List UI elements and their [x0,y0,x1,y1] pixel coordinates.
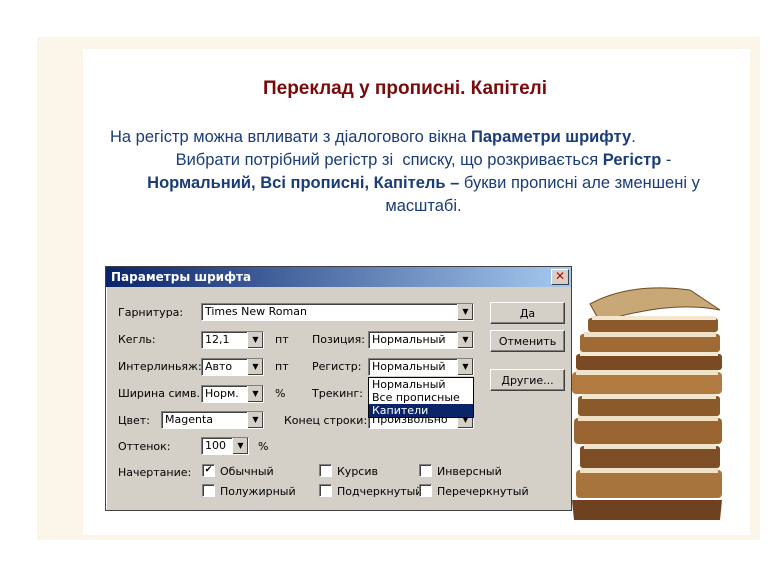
width-value: Норм. [205,387,239,400]
chevron-down-icon[interactable]: ▼ [457,332,473,348]
strikethrough-checkbox-label: Перечеркнутый [437,485,529,498]
other-button[interactable]: Другие... [490,369,565,391]
close-icon[interactable]: ✕ [551,269,569,285]
chevron-down-icon[interactable]: ▼ [247,359,263,375]
line-end-label: Конец строки: [284,414,368,427]
case-dropdown-list[interactable]: Нормальный Все прописные Капители [368,377,474,418]
chevron-down-icon[interactable]: ▼ [247,332,263,348]
body-line-1: На регістр можна впливати з діалогового … [110,126,702,149]
body-text-period: . [631,128,636,146]
slide-title: Переклад у прописні. Капітелі [262,78,548,99]
tracking-label: Трекинг: [312,387,363,400]
chevron-down-icon[interactable]: ▼ [457,304,473,320]
width-unit: % [275,387,286,400]
width-select[interactable]: Норм. ▼ [201,385,264,403]
case-option[interactable]: Нормальный [369,378,473,391]
dialog-title: Параметры шрифта [111,270,252,284]
chevron-down-icon[interactable]: ▼ [232,438,248,454]
underline-checkbox[interactable] [319,484,332,497]
book-stack-icon [572,287,722,520]
shade-select[interactable]: 100 ▼ [201,437,249,455]
font-select[interactable]: Times New Roman ▼ [201,303,474,321]
bold-checkbox[interactable] [202,484,215,497]
regular-checkbox-label: Обычный [220,465,274,478]
shade-value: 100 [205,439,226,452]
color-value: Magenta [165,413,214,426]
italic-checkbox[interactable] [319,464,332,477]
inverse-checkbox-label: Инверсный [437,465,502,478]
strikethrough-checkbox[interactable] [419,484,432,497]
case-option[interactable]: Все прописные [369,391,473,404]
body-text-bold: Нормальний, Всі прописні, Капітель – [147,174,460,192]
position-label: Позиция: [312,333,365,346]
size-unit: пт [275,333,289,346]
leading-select[interactable]: Авто ▼ [201,358,264,376]
case-select[interactable]: Нормальный ▼ [368,358,474,376]
size-label: Кегль: [118,333,156,346]
chevron-down-icon[interactable]: ▼ [247,412,263,428]
body-line-rest: Вибрати потрібний регістр зі списку, що … [147,151,700,215]
font-settings-dialog: Параметры шрифта ✕ Гарнитура: Times New … [105,266,572,511]
dialog-titlebar[interactable]: Параметры шрифта [106,267,571,287]
color-select[interactable]: Magenta ▼ [161,411,264,429]
position-select[interactable]: Нормальный ▼ [368,331,474,349]
leading-value: Авто [205,360,233,373]
chevron-down-icon[interactable]: ▼ [457,359,473,375]
size-select[interactable]: 12,1 ▼ [201,331,264,349]
cancel-button[interactable]: Отменить [490,330,565,352]
leading-unit: пт [275,360,289,373]
regular-checkbox[interactable]: ✔ [202,464,215,477]
inverse-checkbox[interactable] [419,464,432,477]
chevron-down-icon[interactable]: ▼ [247,386,263,402]
color-label: Цвет: [118,414,150,427]
size-value: 12,1 [205,333,230,346]
case-option-selected[interactable]: Капители [369,404,473,417]
shade-unit: % [258,440,269,453]
case-value: Нормальный [372,360,446,373]
slide-body-text: На регістр можна впливати з діалогового … [110,126,702,218]
width-label: Ширина симв.: [118,387,204,400]
font-label: Гарнитура: [118,306,184,319]
book-stack-image [572,287,722,520]
shade-label: Оттенок: [118,440,171,453]
leading-label: Интерлиньяж: [118,360,202,373]
bold-checkbox-label: Полужирный [220,485,296,498]
font-select-value: Times New Roman [205,305,307,318]
ok-button[interactable]: Да [490,302,565,324]
body-text-bold: Регістр [602,151,662,169]
underline-checkbox-label: Подчеркнутый [337,485,423,498]
body-text-bold: Параметри шрифту [470,128,632,146]
case-label: Регистр: [312,360,362,373]
body-text-part: - [661,151,672,169]
style-label: Начертание: [118,466,192,479]
body-text-part: На регістр можна впливати з діалогового … [110,128,471,146]
position-value: Нормальный [372,333,446,346]
italic-checkbox-label: Курсив [337,465,378,478]
